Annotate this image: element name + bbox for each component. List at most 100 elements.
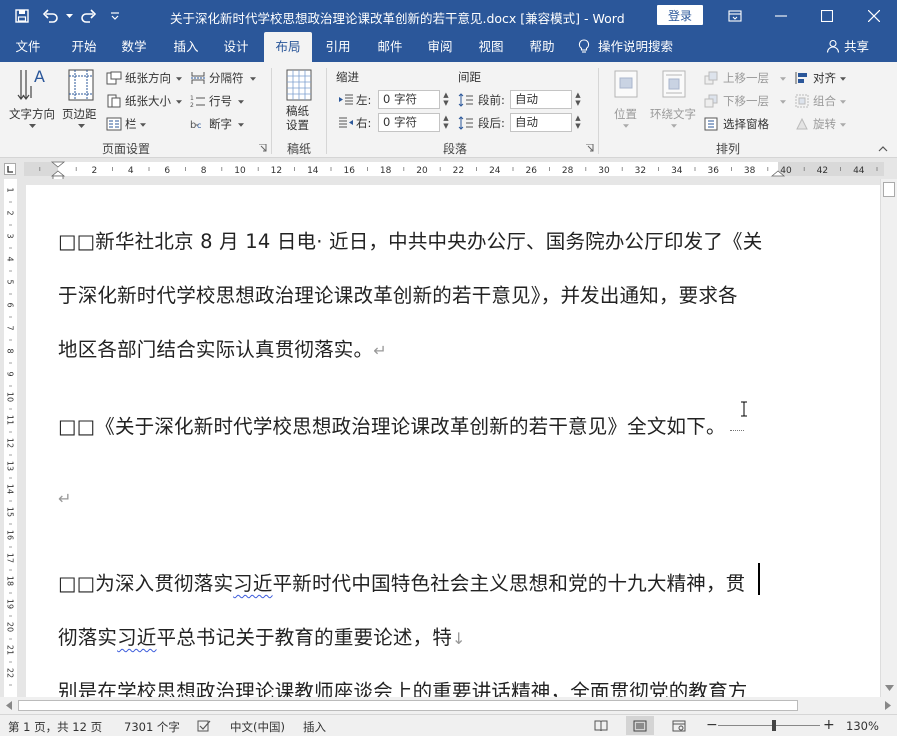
paragraph-1-line-2[interactable]: 于深化新时代学校思想政治理论课改革创新的若干意见》，并发出通知，要求各: [58, 279, 738, 308]
web-layout-icon[interactable]: [672, 720, 686, 732]
undo-button[interactable]: [38, 0, 64, 32]
vertical-scrollbar[interactable]: [880, 179, 897, 697]
zoom-in-button[interactable]: +: [823, 717, 835, 733]
orientation-button[interactable]: 纸张方向: [104, 68, 186, 88]
tab-selector[interactable]: [4, 163, 16, 175]
group-button[interactable]: 组合: [794, 91, 856, 111]
zoom-out-button[interactable]: −: [706, 717, 718, 733]
share-button[interactable]: 共享: [826, 32, 878, 62]
tab-design[interactable]: 设计: [212, 32, 260, 62]
text-direction-button[interactable]: A 文字方向: [6, 66, 60, 136]
scroll-left-icon[interactable]: [6, 701, 12, 710]
send-backward-button[interactable]: 下移一层: [703, 91, 789, 111]
ruler-label: 38: [744, 166, 756, 176]
draft-settings-button[interactable]: 稿纸 设置: [276, 66, 322, 136]
zoom-slider-thumb[interactable]: [772, 720, 777, 731]
wrap-text-button[interactable]: 环绕文字: [648, 66, 700, 136]
tab-review[interactable]: 审阅: [416, 32, 464, 62]
redo-button[interactable]: [74, 0, 102, 32]
page-count-status[interactable]: 第 1 页，共 12 页: [8, 719, 102, 735]
tab-home[interactable]: 开始: [60, 32, 108, 62]
vertical-ruler-label: 17: [6, 553, 15, 563]
scroll-down-icon[interactable]: [885, 685, 894, 691]
spacing-before-input[interactable]: 自动 ▲ ▼: [510, 90, 581, 109]
svg-text:1: 1: [190, 95, 194, 102]
zoom-slider[interactable]: [718, 720, 820, 731]
minimize-button[interactable]: [758, 0, 804, 32]
spacing-after-label: 段后:: [478, 116, 505, 130]
maximize-button[interactable]: [804, 0, 850, 32]
spinner-arrows-icon[interactable]: ▲ ▼: [441, 91, 451, 108]
position-button[interactable]: 位置: [606, 66, 646, 136]
collapse-ribbon-icon[interactable]: [878, 146, 888, 152]
spinner-arrows-icon[interactable]: ▲ ▼: [573, 114, 583, 131]
paragraph-1-line-1[interactable]: □□新华社北京 8 月 14 日电· 近日，中共中央办公厅、国务院办公厅印发了《…: [58, 225, 762, 254]
spinner-arrows-icon[interactable]: ▲ ▼: [441, 114, 451, 131]
quick-access-toolbar: [0, 0, 128, 32]
paragraph-2-line-1[interactable]: □□《关于深化新时代学校思想政治理论课改革创新的若干意见》全文如下。: [58, 410, 744, 439]
breaks-button[interactable]: 分隔符: [188, 68, 258, 88]
tab-math[interactable]: 数学: [110, 32, 158, 62]
spacing-before-label: 段前:: [478, 93, 505, 107]
paragraph-4-line-2[interactable]: 彻落实习近平总书记关于教育的重要论述，特↓: [58, 621, 466, 650]
tell-me-search[interactable]: 操作说明搜索: [578, 32, 690, 62]
dialog-launcher-icon[interactable]: [586, 144, 594, 152]
tab-file[interactable]: 文件: [4, 32, 52, 62]
tab-references[interactable]: 引用: [314, 32, 362, 62]
scroll-right-icon[interactable]: [885, 701, 891, 710]
zoom-level[interactable]: 130%: [846, 719, 879, 733]
spacing-after-input[interactable]: 自动 ▲ ▼: [510, 113, 581, 132]
size-button[interactable]: 纸张大小: [104, 91, 186, 111]
rotate-button[interactable]: 旋转: [794, 114, 856, 134]
customize-qat-button[interactable]: [102, 0, 128, 32]
tab-help[interactable]: 帮助: [518, 32, 566, 62]
word-count-status[interactable]: 7301 个字: [124, 719, 180, 735]
line-numbers-button[interactable]: 12 行号: [188, 91, 248, 111]
close-button[interactable]: [851, 0, 897, 32]
tab-view[interactable]: 视图: [467, 32, 515, 62]
undo-dropdown-button[interactable]: [64, 0, 74, 32]
horizontal-scrollbar[interactable]: [0, 697, 897, 714]
vertical-ruler[interactable]: 1 2 3 4 5 6 7 8 9 10 11 12 13 14 15 16 17 18 19 20 21 22: [0, 179, 20, 697]
columns-button[interactable]: 栏: [104, 114, 154, 134]
print-layout-view-button[interactable]: [626, 716, 654, 735]
bring-forward-button[interactable]: 上移一层: [703, 68, 789, 88]
save-button[interactable]: [6, 0, 38, 32]
spelling-flag-text[interactable]: 习近: [117, 626, 156, 649]
tab-insert[interactable]: 插入: [162, 32, 210, 62]
tab-mailings[interactable]: 邮件: [366, 32, 414, 62]
align-button[interactable]: 对齐: [794, 68, 856, 88]
selection-pane-button[interactable]: 选择窗格: [703, 114, 783, 134]
login-button[interactable]: 登录: [657, 5, 703, 25]
save-icon: [15, 9, 29, 23]
language-status[interactable]: 中文(中国): [230, 719, 285, 735]
empty-paragraph-mark[interactable]: ↵: [58, 489, 72, 508]
spinner-arrows-icon[interactable]: ▲ ▼: [573, 91, 583, 108]
spelling-flag-text[interactable]: 习近: [233, 572, 272, 595]
dialog-launcher-icon[interactable]: [259, 144, 267, 152]
vertical-ruler-label: 8: [6, 348, 15, 353]
tab-layout[interactable]: 布局: [264, 32, 312, 62]
paragraph-5-line-1[interactable]: 别是在学校思想政治理论课教师座谈会上的重要讲话精神，全面贯彻党的教育方: [58, 675, 748, 697]
indent-right-input[interactable]: 0 字符 ▲ ▼: [378, 113, 449, 132]
vertical-ruler-label: 2: [6, 210, 15, 215]
draft-settings-label: 稿纸 设置: [286, 104, 309, 132]
vertical-scroll-thumb[interactable]: [883, 182, 895, 197]
paragraph-1-line-3[interactable]: 地区各部门结合实际认真贯彻落实。↵: [58, 333, 387, 362]
ruler-label: 18: [380, 166, 392, 176]
ribbon-tabs: 文件 开始 数学 插入 设计 布局 引用 邮件 审阅 视图 帮助 操作说明搜索 …: [0, 32, 897, 62]
read-mode-icon[interactable]: [594, 720, 608, 732]
indent-left-input[interactable]: 0 字符 ▲ ▼: [378, 90, 449, 109]
ribbon-display-options-button[interactable]: [712, 0, 758, 32]
margins-button[interactable]: 页边距: [60, 66, 102, 136]
horizontal-ruler[interactable]: 2 4 6 8 10 12 14 16 18 20 22 24 26 28 30 32 34 36 38 40 42 44: [0, 159, 897, 179]
horizontal-scroll-thumb[interactable]: [18, 700, 798, 711]
title-bar: 关于深化新时代学校思想政治理论课改革创新的若干意见.docx [兼容模式] - …: [0, 0, 897, 32]
ruler-label: 30: [598, 166, 610, 176]
hyphenation-button[interactable]: bc 断字: [188, 114, 248, 134]
paragraph-4-line-1[interactable]: □□为深入贯彻落实习近平新时代中国特色社会主义思想和党的十九大精神，贯: [58, 567, 745, 596]
insert-mode-status[interactable]: 插入: [303, 719, 326, 735]
arrange-group-label: 排列: [715, 142, 740, 156]
proofing-icon[interactable]: [197, 720, 211, 732]
document-page[interactable]: □□新华社北京 8 月 14 日电· 近日，中共中央办公厅、国务院办公厅印发了《…: [26, 185, 880, 697]
